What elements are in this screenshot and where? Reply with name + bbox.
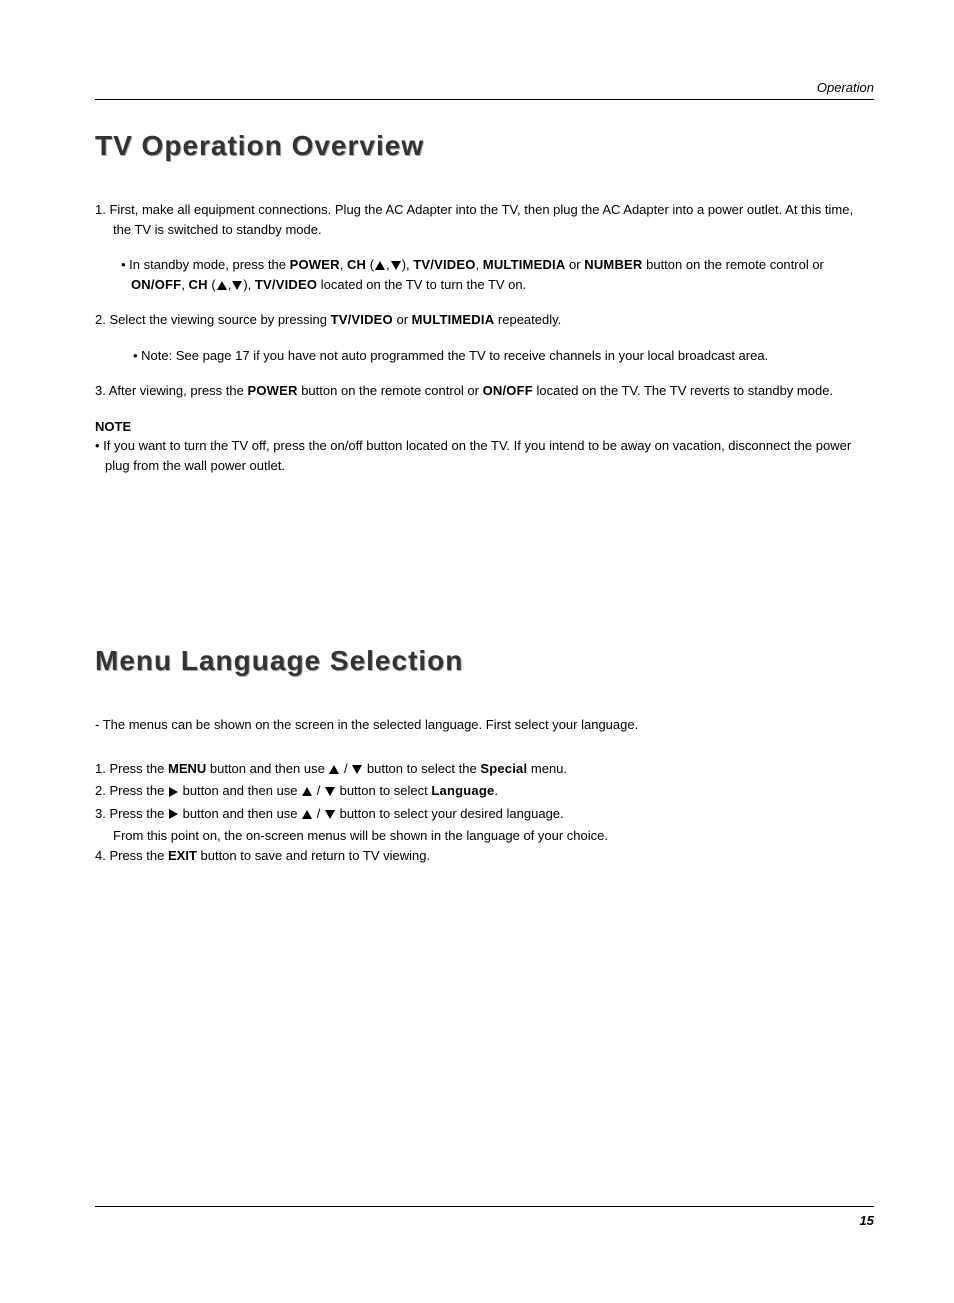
right-icon [169, 809, 178, 819]
up-icon [375, 261, 385, 270]
s2-list: 1. Press the MENU button and then use / … [95, 759, 874, 866]
section2-title: Menu Language Selection [95, 645, 874, 677]
up-icon [329, 765, 339, 774]
page-number: 15 [860, 1213, 874, 1228]
s1-item3: 3. After viewing, press the POWER button… [95, 381, 874, 401]
s2-item2: 2. Press the button and then use / butto… [95, 781, 874, 801]
right-icon [169, 787, 178, 797]
note-body: • If you want to turn the TV off, press … [95, 436, 874, 475]
s2-item1: 1. Press the MENU button and then use / … [95, 759, 874, 779]
s1-item1: 1. First, make all equipment connections… [95, 200, 874, 239]
section1-content: 1. First, make all equipment connections… [95, 200, 874, 475]
section2: Menu Language Selection - The menus can … [95, 645, 874, 865]
down-icon [352, 765, 362, 774]
s2-item4: 4. Press the EXIT button to save and ret… [95, 846, 874, 866]
note-heading: NOTE [95, 417, 874, 437]
s1-item2: 2. Select the viewing source by pressing… [95, 310, 874, 330]
header-section-label: Operation [95, 80, 874, 100]
s1-item2-note: • Note: See page 17 if you have not auto… [95, 346, 874, 366]
up-icon [302, 810, 312, 819]
s2-intro: - The menus can be shown on the screen i… [95, 715, 874, 735]
down-icon [232, 281, 242, 290]
down-icon [391, 261, 401, 270]
s1-item1-sub: • In standby mode, press the POWER, CH (… [95, 255, 874, 294]
up-icon [302, 787, 312, 796]
s2-item3-cont: From this point on, the on-screen menus … [95, 826, 715, 846]
page-footer: 15 [95, 1206, 874, 1228]
up-icon [217, 281, 227, 290]
s2-item3: 3. Press the button and then use / butto… [95, 804, 874, 824]
down-icon [325, 810, 335, 819]
section1-title: TV Operation Overview [95, 130, 874, 162]
down-icon [325, 787, 335, 796]
